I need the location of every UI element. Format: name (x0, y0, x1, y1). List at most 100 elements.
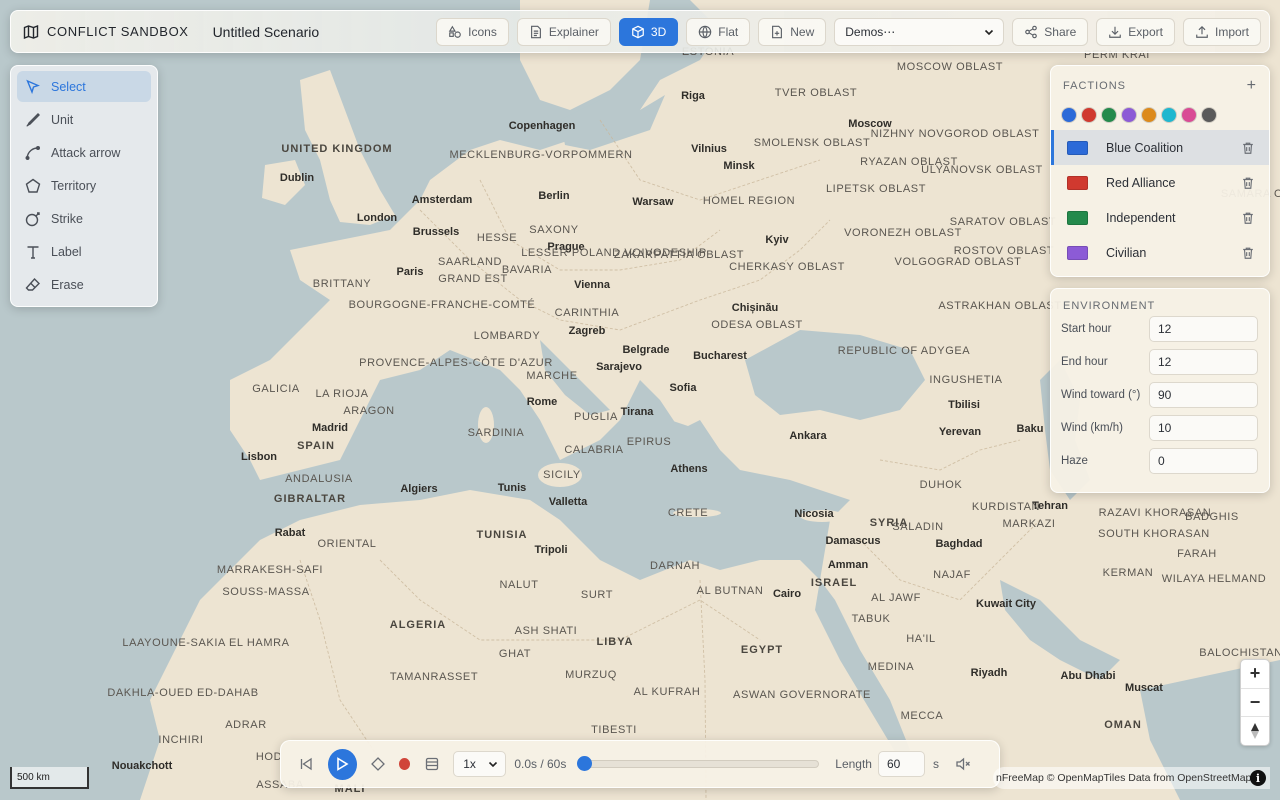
tool-strike[interactable]: Strike (17, 203, 151, 234)
flat-button-label: Flat (718, 24, 739, 39)
info-icon[interactable]: i (1250, 770, 1266, 786)
explainer-button-label: Explainer (548, 24, 599, 39)
icons-button-label: Icons (468, 24, 497, 39)
faction-item-blue-coalition[interactable]: Blue Coalition (1051, 130, 1269, 165)
zoom-out-button[interactable]: − (1241, 689, 1269, 718)
trash-icon[interactable] (1241, 141, 1255, 155)
plus-icon[interactable]: + (1247, 78, 1257, 94)
skip-back-icon (301, 757, 313, 771)
environment-header: ENVIRONMENT (1051, 300, 1269, 312)
speed-select-value: 1x (463, 757, 476, 771)
view-3d-button[interactable]: 3D (618, 17, 679, 46)
color-swatch[interactable] (1122, 108, 1136, 122)
strike-icon (25, 211, 40, 226)
diamond-icon (370, 757, 385, 771)
globe-icon (698, 25, 712, 38)
environment-panel: ENVIRONMENT Start hour 12 End hour 12 Wi… (1050, 288, 1270, 493)
unit-icon (26, 112, 40, 127)
color-swatch[interactable] (1162, 108, 1176, 122)
faction-item-independent[interactable]: Independent (1051, 200, 1269, 235)
icons-button[interactable]: Icons (436, 17, 509, 46)
share-button[interactable]: Share (1012, 17, 1089, 46)
color-swatch[interactable] (1182, 108, 1196, 122)
layers-button[interactable] (424, 756, 439, 772)
faction-name: Civilian (1106, 245, 1147, 260)
compass-icon (1251, 723, 1259, 740)
timeline-scrubber[interactable] (577, 756, 820, 771)
new-button[interactable]: New (758, 17, 827, 46)
color-swatch[interactable] (1142, 108, 1156, 122)
tool-attack-arrow[interactable]: Attack arrow (17, 137, 151, 168)
cube-icon (632, 25, 644, 38)
mute-button[interactable] (955, 756, 971, 772)
factions-title: FACTIONS (1063, 80, 1127, 92)
scenario-title[interactable]: Untitled Scenario (213, 24, 320, 40)
faction-name: Independent (1106, 210, 1176, 225)
zoom-in-button[interactable]: + (1241, 660, 1269, 689)
tool-unit-label: Unit (51, 112, 74, 127)
end-hour-input[interactable]: 12 (1149, 348, 1258, 375)
tool-label-label: Label (51, 244, 82, 259)
attack-arrow-icon (25, 145, 40, 160)
export-button-label: Export (1128, 24, 1163, 39)
zoom-controls: + − (1240, 659, 1270, 746)
map-attribution: nFreeMap © OpenMapTiles Data from OpenSt… (993, 767, 1270, 789)
skip-to-start-button[interactable] (299, 756, 314, 772)
tool-territory[interactable]: Territory (17, 170, 151, 201)
new-file-icon (772, 25, 783, 38)
length-input[interactable]: 60 (877, 751, 925, 777)
start-hour-input[interactable]: 12 (1149, 315, 1258, 342)
tool-erase[interactable]: Erase (17, 269, 151, 300)
faction-color-chip (1067, 175, 1088, 190)
text-icon (27, 245, 39, 259)
tool-attack-arrow-label: Attack arrow (51, 145, 121, 160)
faction-item-civilian[interactable]: Civilian (1051, 235, 1269, 270)
export-button[interactable]: Export (1096, 17, 1175, 46)
env-label: End hour (1061, 355, 1108, 368)
scrubber-handle[interactable] (577, 756, 593, 771)
import-button[interactable]: Import (1182, 17, 1261, 46)
faction-item-red-alliance[interactable]: Red Alliance (1051, 165, 1269, 200)
trash-icon[interactable] (1241, 176, 1255, 190)
share-icon (1025, 25, 1038, 38)
tool-select-label: Select (51, 79, 86, 94)
color-swatch[interactable] (1082, 108, 1096, 122)
play-button[interactable] (327, 748, 357, 780)
share-button-label: Share (1044, 24, 1077, 39)
new-button-label: New (790, 24, 815, 39)
tool-territory-label: Territory (51, 178, 97, 193)
env-row-end-hour: End hour 12 (1051, 345, 1269, 378)
explainer-button[interactable]: Explainer (516, 17, 611, 46)
keyframe-button[interactable] (370, 756, 386, 772)
tool-select[interactable]: Select (17, 71, 151, 102)
demos-select[interactable]: Demos⋯ (834, 17, 1005, 46)
timeline-bar: 1x 0.0s / 60s Length 60 s (280, 740, 1000, 788)
tool-label[interactable]: Label (17, 236, 151, 267)
wind-toward-input[interactable]: 90 (1149, 381, 1258, 408)
wind-speed-input[interactable]: 10 (1149, 414, 1258, 441)
tool-unit[interactable]: Unit (17, 104, 151, 135)
tool-strike-label: Strike (51, 211, 83, 226)
haze-input[interactable]: 0 (1149, 447, 1258, 474)
faction-color-chip (1067, 140, 1088, 155)
chevron-down-icon (985, 29, 994, 35)
upload-icon (1196, 25, 1208, 38)
color-swatch[interactable] (1102, 108, 1116, 122)
speed-select[interactable]: 1x (453, 751, 507, 777)
demos-select-value: Demos⋯ (845, 24, 896, 39)
record-button[interactable] (399, 758, 411, 770)
factions-header: FACTIONS + (1051, 78, 1269, 94)
color-swatch[interactable] (1062, 108, 1076, 122)
faction-color-swatches (1051, 94, 1269, 130)
trash-icon[interactable] (1241, 211, 1255, 225)
length-unit: s (933, 757, 939, 771)
chevron-down-icon (489, 761, 498, 768)
trash-icon[interactable] (1241, 246, 1255, 260)
color-swatch[interactable] (1202, 108, 1216, 122)
tools-panel: Select Unit Attack arrow Territory Strik… (10, 65, 158, 307)
env-label: Start hour (1061, 322, 1112, 335)
compass-button[interactable] (1241, 717, 1269, 745)
faction-color-chip (1067, 245, 1088, 260)
flat-button[interactable]: Flat (686, 17, 751, 46)
env-row-haze: Haze 0 (1051, 444, 1269, 477)
